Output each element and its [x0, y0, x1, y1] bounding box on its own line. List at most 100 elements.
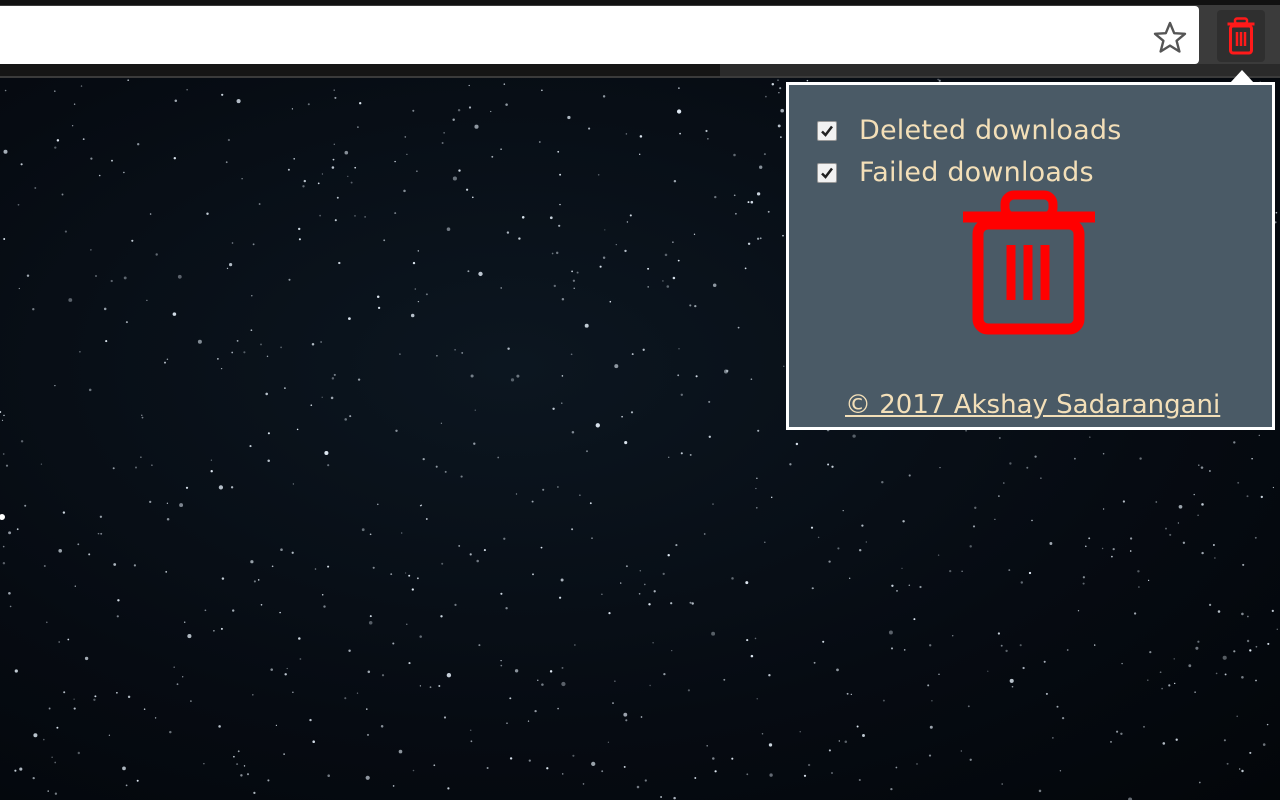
star: [320, 341, 322, 343]
star: [67, 638, 70, 641]
star: [572, 754, 575, 757]
star: [678, 87, 680, 89]
clear-downloads-trash-icon[interactable]: [961, 190, 1097, 340]
star: [1031, 519, 1033, 522]
star: [1120, 732, 1123, 735]
star: [987, 670, 989, 672]
star: [1236, 715, 1238, 718]
star: [601, 770, 604, 773]
star: [149, 213, 152, 215]
star: [1241, 769, 1244, 773]
star: [546, 767, 549, 770]
star: [1198, 464, 1200, 466]
star: [2, 561, 6, 565]
star: [155, 253, 158, 256]
star: [620, 582, 622, 584]
star: [62, 511, 66, 514]
star: [731, 757, 734, 760]
star: [47, 790, 49, 792]
star: [366, 708, 368, 710]
star: [761, 732, 764, 735]
star: [997, 632, 1001, 635]
star: [789, 463, 792, 466]
star: [470, 740, 473, 743]
option-failed-downloads[interactable]: Failed downloads: [817, 157, 1094, 188]
failed-downloads-checkbox[interactable]: [817, 162, 837, 183]
star: [1165, 527, 1167, 530]
star: [1162, 742, 1166, 745]
star: [143, 708, 146, 710]
option-deleted-downloads[interactable]: Deleted downloads: [817, 115, 1121, 146]
star: [1149, 651, 1152, 654]
star: [116, 615, 119, 618]
address-bar[interactable]: [0, 6, 1199, 64]
star: [747, 201, 750, 204]
star: [756, 237, 760, 240]
star: [186, 89, 188, 91]
bookmark-star-icon[interactable]: [1150, 20, 1190, 54]
deleted-downloads-checkbox[interactable]: [817, 120, 837, 141]
extension-trash-button[interactable]: [1217, 10, 1265, 62]
star: [557, 707, 559, 710]
star: [61, 193, 64, 196]
star: [458, 544, 461, 547]
star: [667, 456, 670, 459]
star: [408, 574, 411, 577]
star: [399, 353, 401, 355]
star: [412, 769, 415, 772]
star: [612, 702, 614, 705]
star: [561, 402, 563, 404]
star: [837, 547, 840, 550]
star: [411, 588, 414, 591]
star: [750, 200, 754, 204]
star: [858, 778, 861, 782]
star: [895, 766, 898, 769]
star: [359, 102, 362, 105]
star: [1169, 533, 1172, 536]
star: [1059, 770, 1062, 772]
star: [497, 456, 500, 459]
star: [747, 242, 751, 246]
star: [185, 486, 189, 489]
star: [324, 450, 329, 456]
star: [621, 415, 623, 418]
star: [1088, 537, 1091, 540]
star: [172, 312, 177, 316]
star: [1201, 551, 1204, 555]
star: [271, 565, 274, 568]
copyright-link[interactable]: © 2017 Akshay Sadarangani: [845, 390, 1220, 420]
star: [803, 774, 807, 777]
star: [319, 214, 321, 217]
star: [913, 618, 916, 621]
star: [354, 166, 357, 169]
star: [80, 85, 83, 87]
failed-downloads-label: Failed downloads: [859, 157, 1094, 188]
star: [929, 725, 933, 729]
star: [624, 441, 628, 445]
star: [296, 428, 299, 431]
star: [112, 467, 115, 470]
star: [573, 287, 575, 289]
star: [1249, 649, 1252, 652]
star: [231, 242, 234, 244]
star: [447, 787, 450, 790]
star: [344, 418, 347, 421]
star: [639, 570, 642, 572]
star: [260, 343, 262, 346]
star: [19, 767, 23, 771]
star: [468, 84, 470, 87]
star: [307, 103, 310, 106]
star: [1233, 441, 1236, 444]
star: [58, 641, 61, 643]
address-input[interactable]: [10, 16, 1134, 56]
star: [470, 374, 474, 378]
star: [1077, 610, 1080, 612]
star: [1121, 662, 1123, 665]
star: [133, 564, 137, 567]
star: [5, 464, 9, 467]
star: [141, 414, 143, 416]
star: [555, 251, 559, 255]
star: [141, 416, 144, 419]
star: [135, 466, 137, 469]
star: [607, 741, 610, 743]
